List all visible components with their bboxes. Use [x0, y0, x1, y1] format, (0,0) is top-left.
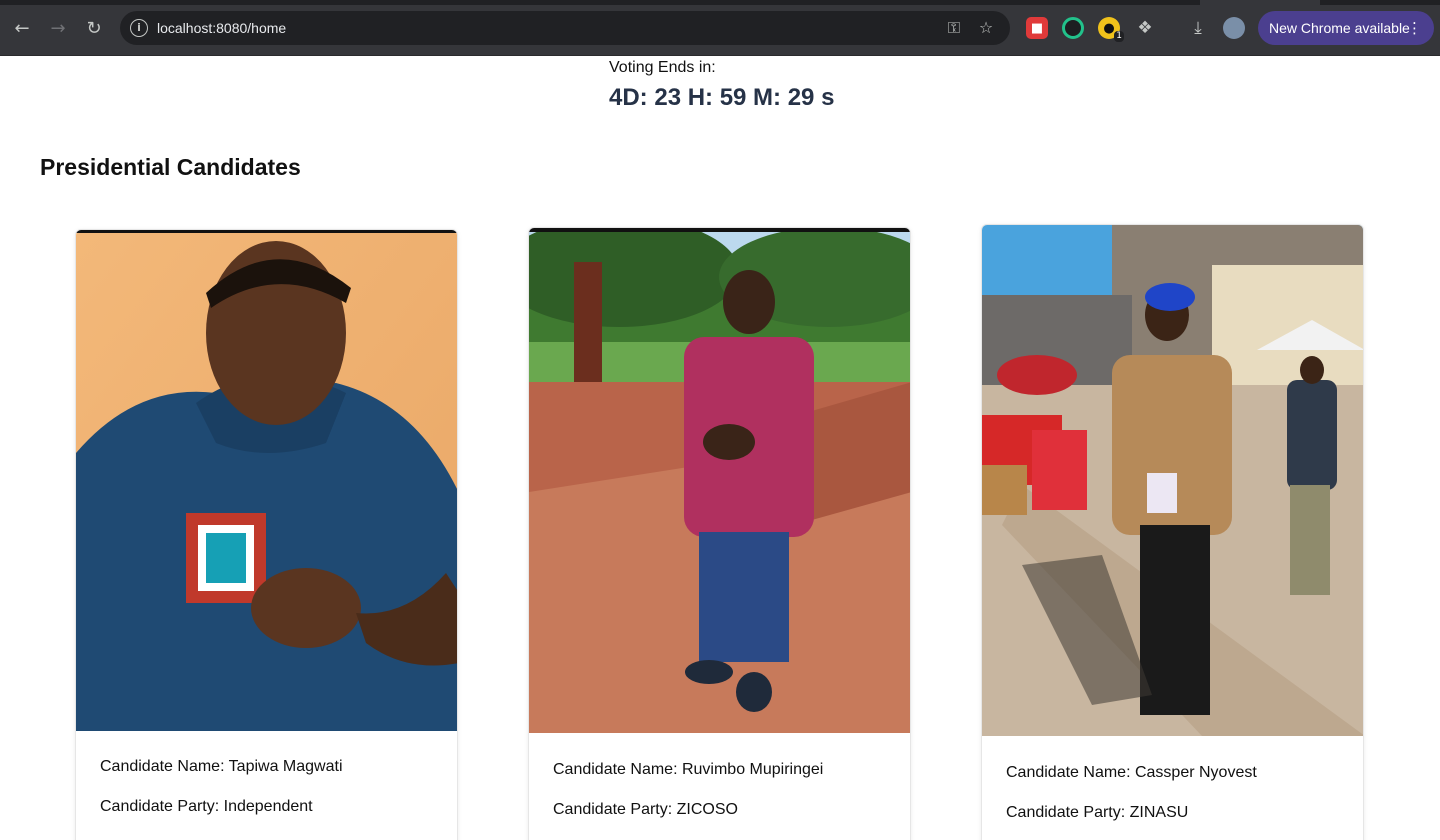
extension-badge: 1 [1114, 31, 1124, 42]
password-key-icon[interactable]: ⚿ [944, 18, 964, 38]
download-icon[interactable]: ⤓ [1187, 17, 1209, 39]
address-bar[interactable]: i localhost:8080/home ⚿ ☆ [120, 11, 1010, 45]
candidate-card[interactable]: Candidate Name: Ruvimbo Mupiringei Candi… [528, 227, 911, 840]
extension-green-ring-icon[interactable] [1062, 17, 1084, 39]
back-icon[interactable]: ← [8, 14, 36, 42]
candidate-photo [529, 228, 910, 733]
bookmark-star-icon[interactable]: ☆ [976, 18, 996, 38]
extensions-puzzle-icon[interactable]: ❖ [1134, 17, 1156, 39]
extension-yellow-icon[interactable]: ● 1 [1098, 17, 1124, 42]
candidate-card[interactable]: Candidate Name: Cassper Nyovest Candidat… [981, 224, 1364, 840]
candidate-party: Candidate Party: Independent [100, 798, 313, 815]
reload-icon[interactable]: ↻ [80, 14, 108, 42]
new-chrome-available-button[interactable]: New Chrome available ⋮ [1258, 11, 1434, 45]
candidate-name: Candidate Name: Ruvimbo Mupiringei [553, 761, 824, 778]
url-text[interactable]: localhost:8080/home [157, 20, 286, 36]
candidate-name: Candidate Name: Cassper Nyovest [1006, 764, 1257, 781]
candidate-party: Candidate Party: ZINASU [1006, 804, 1189, 821]
candidate-photo [982, 225, 1363, 736]
update-label: New Chrome available [1269, 20, 1410, 36]
countdown-label: Voting Ends in: [609, 59, 716, 76]
candidate-name: Candidate Name: Tapiwa Magwati [100, 758, 343, 775]
candidate-party: Candidate Party: ZICOSO [553, 801, 738, 818]
site-info-icon[interactable]: i [130, 19, 148, 37]
kebab-menu-icon[interactable]: ⋮ [1407, 11, 1422, 45]
candidate-photo [76, 230, 457, 731]
voting-countdown: Voting Ends in: 4D: 23 H: 59 M: 29 s [609, 58, 834, 112]
tab-edge [1200, 0, 1320, 5]
extension-red-icon[interactable]: ■ [1026, 17, 1048, 39]
browser-toolbar: ← → ↻ i localhost:8080/home ⚿ ☆ ■ ● 1 ❖ … [0, 0, 1440, 56]
countdown-value: 4D: 23 H: 59 M: 29 s [609, 84, 835, 111]
tab-edge-right [1320, 0, 1440, 5]
page-title: Presidential Candidates [40, 154, 301, 180]
tab-strip [0, 0, 1440, 5]
forward-icon[interactable]: → [44, 14, 72, 42]
candidate-card[interactable]: Candidate Name: Tapiwa Magwati Candidate… [75, 229, 458, 840]
profile-avatar[interactable] [1223, 17, 1245, 39]
